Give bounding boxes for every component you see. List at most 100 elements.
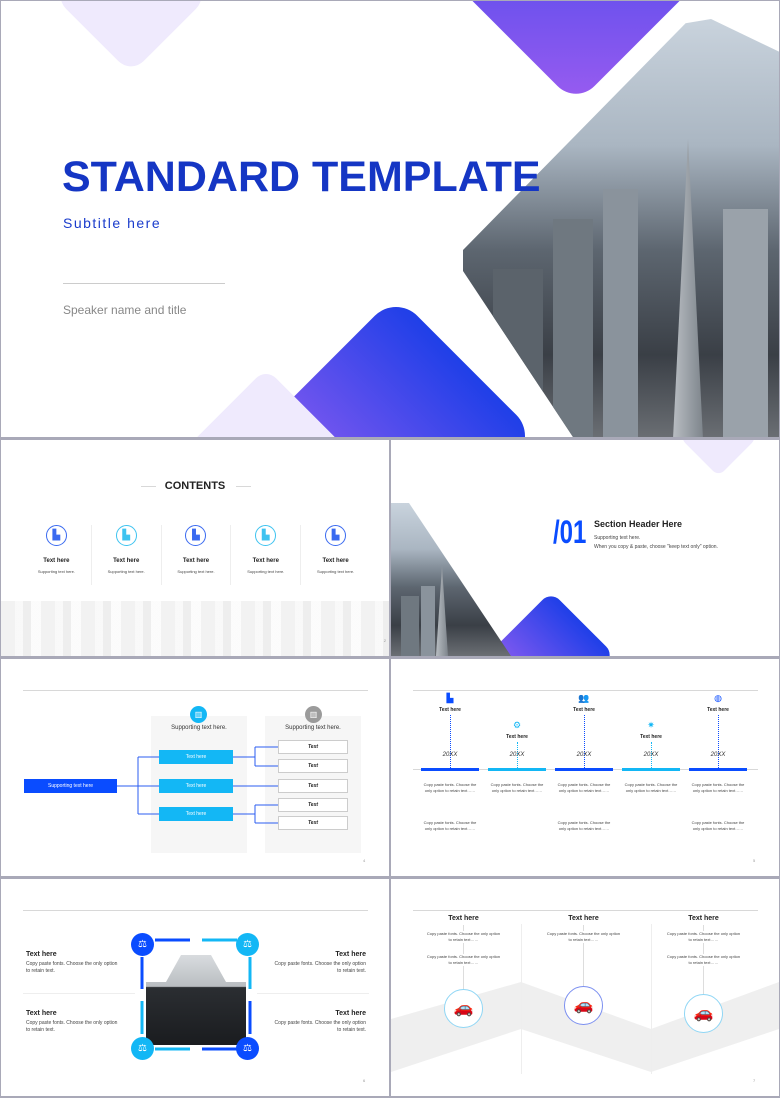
slide-contents[interactable]: CONTENTS ▙ Text here Supporting text here.…	[1, 440, 389, 656]
slide-three-columns[interactable]: Text here Copy paste fonts. Choose the on…	[391, 879, 779, 1096]
speaker: Speaker name and title	[63, 303, 187, 317]
scales-icon: ⚖	[131, 1037, 154, 1060]
frame-lines	[140, 938, 252, 1051]
eco-car-icon: 🚗	[684, 994, 723, 1033]
timeline-title: Text here	[573, 707, 595, 713]
timeline-year: 20XX	[509, 752, 525, 758]
timeline-year: 20XX	[442, 752, 458, 758]
root-node: Supporting text here	[24, 779, 117, 793]
timeline-bar	[689, 768, 747, 771]
top-rule	[413, 910, 758, 911]
slide-title[interactable]: STANDARD TEMPLATE Subtitle here Speaker …	[1, 1, 779, 437]
timeline-stem	[450, 715, 451, 768]
item-text: Supporting text here.	[107, 569, 145, 574]
timeline-title: Text here	[439, 707, 461, 713]
timeline-bar	[421, 768, 479, 771]
page-number: 4	[363, 858, 366, 863]
item-text: Supporting text here.	[247, 569, 285, 574]
slide-photo-frame[interactable]: ⚖ ⚖ ⚖ ⚖ Text here Copy paste fonts. Choo…	[1, 879, 389, 1096]
item-title: Text here	[43, 558, 70, 564]
building-icon: ▙	[185, 525, 207, 546]
item-title: Text here	[322, 558, 349, 564]
mid-node: Text here	[159, 779, 233, 793]
section-line1: Supporting text here.	[594, 535, 641, 541]
page-number: 5	[753, 858, 756, 863]
timeline-text: Copy paste fonts. Choose the only option…	[490, 782, 544, 793]
contents-item[interactable]: ▙ Text here Supporting text here.	[160, 525, 231, 585]
section-line2: When you copy & paste, choose "keep text…	[594, 544, 718, 550]
page-number: 2	[383, 638, 386, 643]
contents-item[interactable]: ▙ Text here Supporting text here.	[300, 525, 370, 585]
timeline-year: 20XX	[643, 752, 659, 758]
page-number: 6	[363, 1078, 366, 1083]
leaf-node: Text	[278, 816, 348, 830]
eco-car-icon: 🚗	[444, 989, 483, 1028]
timeline-text: Copy paste fonts. Choose the only option…	[691, 820, 745, 831]
column-divider	[521, 924, 522, 1074]
timeline-text: Copy paste fonts. Choose the only option…	[423, 782, 477, 793]
timeline-text: Copy paste fonts. Choose the only option…	[691, 782, 745, 793]
leaf-node: Text	[278, 740, 348, 754]
timeline-text: Copy paste fonts. Choose the only option…	[624, 782, 678, 793]
column-title: Text here	[688, 915, 719, 922]
page-number: 7	[753, 1078, 756, 1083]
item-title: Text here	[252, 558, 279, 564]
timeline-bar	[555, 768, 613, 771]
slide-timeline[interactable]: ▙ Text here 20XX Copy paste fonts. Choose t…	[391, 659, 779, 876]
timeline-text: Copy paste fonts. Choose the only option…	[557, 782, 611, 793]
divider	[63, 283, 225, 284]
decor-top	[679, 440, 758, 477]
leaf-node: Text	[278, 759, 348, 773]
skyline-bg	[1, 601, 389, 656]
buildings-icon: ▙	[446, 693, 454, 703]
column-text: Copy paste fonts. Choose the only option…	[666, 954, 741, 966]
block-bottom-left: Text here Copy paste fonts. Choose the o…	[26, 1010, 118, 1033]
leaf-node: Text	[278, 798, 348, 812]
subtitle: Subtitle here	[63, 215, 162, 231]
city-photo	[391, 503, 511, 656]
timeline-stem	[584, 715, 585, 768]
scales-icon: ⚖	[236, 1037, 259, 1060]
building-icon: ▙	[45, 525, 67, 546]
column-text: Copy paste fonts. Choose the only option…	[426, 954, 501, 966]
block-top-left: Text here Copy paste fonts. Choose the o…	[26, 951, 118, 974]
contents-item[interactable]: ▙ Text here Supporting text here.	[90, 525, 161, 585]
timeline-title: Text here	[640, 734, 662, 740]
sun-icon: ✷	[647, 720, 655, 730]
item-text: Supporting text here.	[177, 569, 215, 574]
users-icon: 👥	[578, 693, 590, 703]
block-bottom-right: Text here Copy paste fonts. Choose the o…	[274, 1010, 366, 1033]
item-title: Text here	[113, 558, 140, 564]
timeline-title: Text here	[506, 734, 528, 740]
eco-car-icon: 🚗	[564, 986, 603, 1025]
decor-gradient	[487, 591, 615, 656]
building-icon: ▙	[255, 525, 277, 546]
contents-item[interactable]: ▙ Text here Supporting text here.	[22, 525, 91, 585]
timeline-bar	[622, 768, 680, 771]
top-rule	[413, 690, 758, 691]
gear-icon: ⚙	[512, 720, 522, 730]
item-text: Supporting text here.	[37, 569, 75, 574]
timeline-bar	[488, 768, 546, 771]
column-text: Copy paste fonts. Choose the only option…	[546, 931, 621, 943]
scales-icon: ⚖	[236, 933, 259, 956]
scales-icon: ⚖	[131, 933, 154, 956]
slide-section[interactable]: /01 Section Header Here Supporting text …	[391, 440, 779, 656]
globe-icon: ◍	[714, 693, 722, 703]
slide-tree[interactable]: ▥ ▥ Supporting text here. Supporting tex…	[1, 659, 389, 876]
item-title: Text here	[182, 558, 210, 564]
mid-node: Text here	[159, 807, 233, 821]
item-text: Supporting text here.	[317, 569, 355, 574]
section-header: Section Header Here	[594, 519, 683, 529]
title: STANDARD TEMPLATE	[62, 153, 541, 201]
contents-title: CONTENTS	[164, 480, 226, 492]
decor-top-left	[53, 1, 209, 74]
section-number: /01	[553, 514, 587, 550]
building-icon: ▙	[325, 525, 347, 546]
column-text: Copy paste fonts. Choose the only option…	[666, 931, 741, 943]
column-text: Copy paste fonts. Choose the only option…	[426, 931, 501, 943]
contents-item[interactable]: ▙ Text here Supporting text here.	[230, 525, 300, 585]
contents-list: ▙ Text here Supporting text here. ▙ Text her…	[22, 525, 370, 585]
timeline-text: Copy paste fonts. Choose the only option…	[557, 820, 611, 831]
mid-node: Text here	[159, 750, 233, 764]
